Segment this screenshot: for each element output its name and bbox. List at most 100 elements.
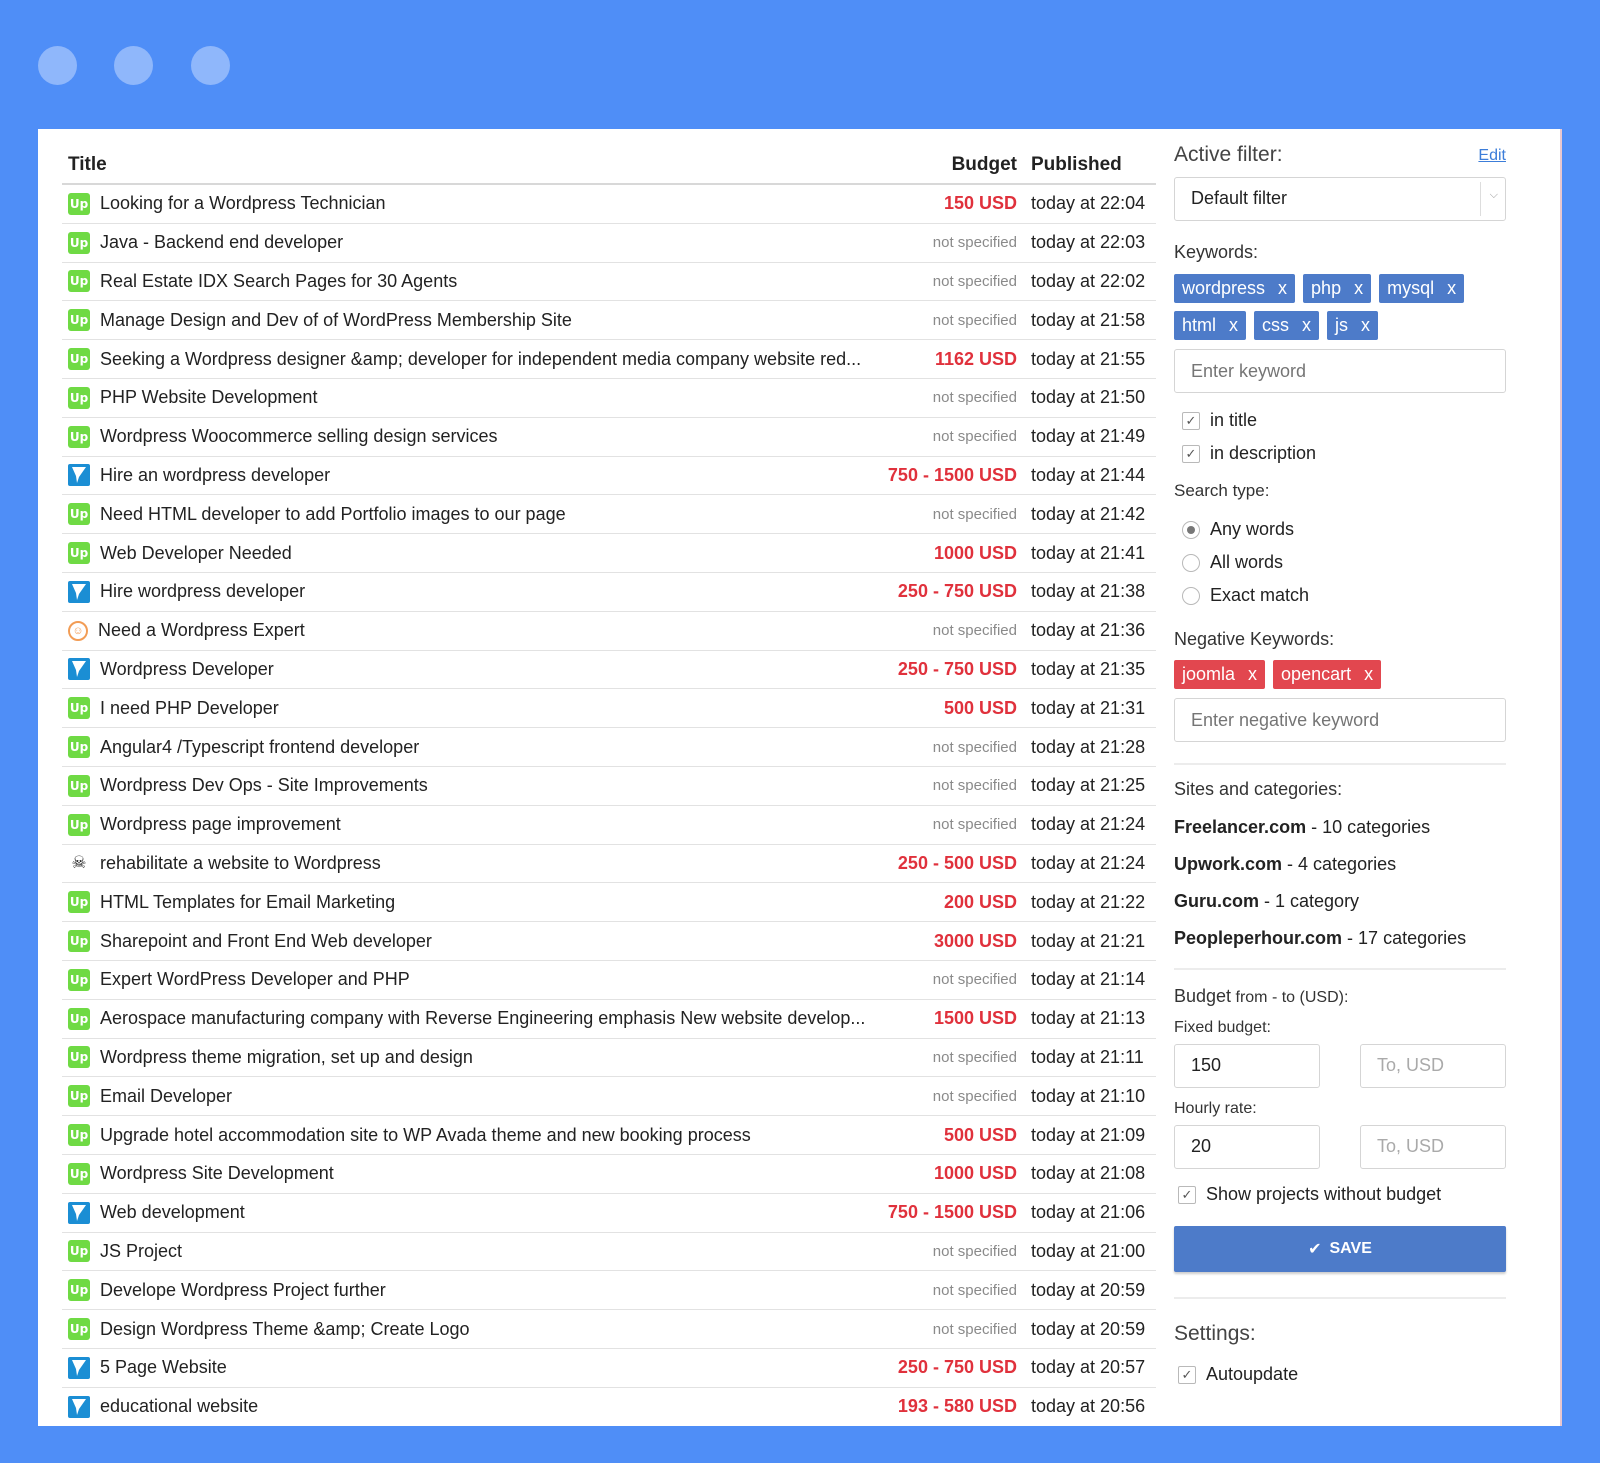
remove-tag-icon[interactable]: x: [1243, 664, 1257, 684]
table-row[interactable]: Hire an wordpress developer 750 - 1500 US…: [62, 457, 1156, 496]
window-control-dot[interactable]: [114, 46, 153, 85]
column-title[interactable]: Title: [62, 154, 881, 176]
project-title[interactable]: Wordpress Dev Ops - Site Improvements: [100, 775, 881, 796]
project-title[interactable]: Develope Wordpress Project further: [100, 1280, 881, 1301]
keyword-tag[interactable]: php x: [1303, 274, 1372, 303]
edit-filter-link[interactable]: Edit: [1478, 147, 1506, 167]
project-title[interactable]: rehabilitate a website to Wordpress: [100, 853, 881, 874]
radio-all-words[interactable]: All words: [1182, 552, 1283, 573]
table-row[interactable]: Web development 750 - 1500 USD today at 21…: [62, 1194, 1156, 1233]
remove-tag-icon[interactable]: x: [1273, 278, 1287, 298]
keyword-tag[interactable]: mysql x: [1379, 274, 1465, 303]
keyword-tag[interactable]: html x: [1174, 311, 1247, 340]
table-row[interactable]: Up Need HTML developer to add Portfolio i…: [62, 495, 1156, 535]
table-row[interactable]: Up Sharepoint and Front End Web developer…: [62, 922, 1156, 961]
table-row[interactable]: Up Wordpress Woocommerce selling design s…: [62, 418, 1156, 457]
table-row[interactable]: educational website 193 - 580 USD today at…: [62, 1388, 1156, 1426]
project-title[interactable]: Java - Backend end developer: [100, 232, 881, 253]
project-title[interactable]: JS Project: [100, 1241, 881, 1262]
remove-tag-icon[interactable]: x: [1297, 315, 1311, 335]
table-row[interactable]: Up Seeking a Wordpress designer &amp; dev…: [62, 340, 1156, 379]
table-row[interactable]: Up Email Developer not specified today at 2…: [62, 1077, 1156, 1117]
in-title-checkbox[interactable]: ✓ in title: [1182, 410, 1257, 431]
table-row[interactable]: Up Wordpress theme migration, set up and …: [62, 1039, 1156, 1078]
negative-keyword-tag[interactable]: opencart x: [1273, 660, 1382, 689]
project-title[interactable]: educational website: [100, 1396, 881, 1417]
filter-select[interactable]: Default filter ⌵: [1174, 177, 1506, 221]
site-item[interactable]: Freelancer.com - 10 categories: [1174, 817, 1466, 854]
radio-exact-match[interactable]: Exact match: [1182, 585, 1309, 606]
remove-tag-icon[interactable]: x: [1442, 278, 1456, 298]
fixed-budget-to-input[interactable]: To, USD: [1360, 1044, 1506, 1088]
table-row[interactable]: Up Expert WordPress Developer and PHP not …: [62, 961, 1156, 1000]
project-title[interactable]: I need PHP Developer: [100, 698, 881, 719]
project-title[interactable]: HTML Templates for Email Marketing: [100, 892, 881, 913]
remove-tag-icon[interactable]: x: [1356, 315, 1370, 335]
project-title[interactable]: Wordpress Developer: [100, 659, 881, 680]
window-control-dot[interactable]: [191, 46, 230, 85]
table-row[interactable]: Up Web Developer Needed 1000 USD today at 2…: [62, 534, 1156, 573]
project-title[interactable]: Hire wordpress developer: [100, 581, 881, 602]
column-budget[interactable]: Budget: [881, 154, 1031, 176]
table-row[interactable]: Up Upgrade hotel accommodation site to WP…: [62, 1116, 1156, 1155]
fixed-budget-from-input[interactable]: 150: [1174, 1044, 1320, 1088]
project-title[interactable]: Wordpress theme migration, set up and de…: [100, 1047, 881, 1068]
keyword-tag[interactable]: css x: [1254, 311, 1320, 340]
table-row[interactable]: Up HTML Templates for Email Marketing 200 …: [62, 883, 1156, 923]
keyword-tag[interactable]: wordpress x: [1174, 274, 1296, 303]
remove-tag-icon[interactable]: x: [1349, 278, 1363, 298]
window-control-dot[interactable]: [38, 46, 77, 85]
column-published[interactable]: Published: [1031, 154, 1156, 176]
project-title[interactable]: Upgrade hotel accommodation site to WP A…: [100, 1125, 881, 1146]
table-row[interactable]: ☺ Need a Wordpress Expert not specified tod…: [62, 612, 1156, 651]
project-title[interactable]: Aerospace manufacturing company with Rev…: [100, 1008, 881, 1029]
table-row[interactable]: Up Manage Design and Dev of of WordPress …: [62, 301, 1156, 341]
site-item[interactable]: Upwork.com - 4 categories: [1174, 854, 1466, 891]
project-title[interactable]: Design Wordpress Theme &amp; Create Logo: [100, 1319, 881, 1340]
project-title[interactable]: Seeking a Wordpress designer &amp; devel…: [100, 349, 881, 370]
project-title[interactable]: Wordpress Site Development: [100, 1163, 881, 1184]
table-row[interactable]: Up Wordpress page improvement not specifie…: [62, 806, 1156, 845]
table-row[interactable]: Up I need PHP Developer 500 USD today at 21…: [62, 689, 1156, 729]
project-title[interactable]: Wordpress page improvement: [100, 814, 881, 835]
project-title[interactable]: Real Estate IDX Search Pages for 30 Agen…: [100, 271, 881, 292]
table-row[interactable]: Up Real Estate IDX Search Pages for 30 Ag…: [62, 263, 1156, 302]
project-title[interactable]: Wordpress Woocommerce selling design ser…: [100, 426, 881, 447]
keyword-input[interactable]: [1174, 349, 1506, 393]
remove-tag-icon[interactable]: x: [1224, 315, 1238, 335]
table-row[interactable]: Wordpress Developer 250 - 750 USD today at…: [62, 651, 1156, 690]
project-title[interactable]: Sharepoint and Front End Web developer: [100, 931, 881, 952]
table-row[interactable]: 5 Page Website 250 - 750 USD today at 20:5…: [62, 1349, 1156, 1388]
table-row[interactable]: Up Aerospace manufacturing company with R…: [62, 1000, 1156, 1039]
in-description-checkbox[interactable]: ✓ in description: [1182, 443, 1316, 464]
table-row[interactable]: Up Looking for a Wordpress Technician 150 …: [62, 185, 1156, 224]
project-title[interactable]: Manage Design and Dev of of WordPress Me…: [100, 310, 881, 331]
autoupdate-checkbox[interactable]: ✓ Autoupdate: [1178, 1364, 1298, 1385]
site-item[interactable]: Guru.com - 1 category: [1174, 891, 1466, 928]
radio-any-words[interactable]: Any words: [1182, 519, 1294, 540]
remove-tag-icon[interactable]: x: [1359, 664, 1373, 684]
save-button[interactable]: ✔ SAVE: [1174, 1226, 1506, 1272]
negative-keyword-tag[interactable]: joomla x: [1174, 660, 1266, 689]
hourly-rate-from-input[interactable]: 20: [1174, 1125, 1320, 1169]
table-row[interactable]: Up Java - Backend end developer not specif…: [62, 224, 1156, 263]
table-row[interactable]: Up Design Wordpress Theme &amp; Create Lo…: [62, 1310, 1156, 1349]
project-title[interactable]: 5 Page Website: [100, 1357, 881, 1378]
project-title[interactable]: Expert WordPress Developer and PHP: [100, 969, 881, 990]
table-row[interactable]: Up Wordpress Dev Ops - Site Improvements n…: [62, 767, 1156, 806]
hourly-rate-to-input[interactable]: To, USD: [1360, 1125, 1506, 1169]
table-row[interactable]: Up PHP Website Development not specified to…: [62, 379, 1156, 418]
project-title[interactable]: Need a Wordpress Expert: [98, 620, 881, 641]
project-title[interactable]: Need HTML developer to add Portfolio ima…: [100, 504, 881, 525]
table-row[interactable]: Hire wordpress developer 250 - 750 USD tod…: [62, 573, 1156, 612]
project-title[interactable]: Looking for a Wordpress Technician: [100, 193, 881, 214]
keyword-tag[interactable]: js x: [1327, 311, 1379, 340]
table-row[interactable]: ☠ rehabilitate a website to Wordpress 250 …: [62, 845, 1156, 884]
project-title[interactable]: PHP Website Development: [100, 387, 881, 408]
table-row[interactable]: Up Wordpress Site Development 1000 USD toda…: [62, 1155, 1156, 1194]
show-without-budget-checkbox[interactable]: ✓ Show projects without budget: [1178, 1184, 1441, 1205]
site-item[interactable]: Peopleperhour.com - 17 categories: [1174, 928, 1466, 965]
table-row[interactable]: Up JS Project not specified today at 21:00: [62, 1233, 1156, 1272]
table-row[interactable]: Up Angular4 /Typescript frontend develope…: [62, 728, 1156, 767]
negative-keyword-input[interactable]: [1174, 698, 1506, 742]
